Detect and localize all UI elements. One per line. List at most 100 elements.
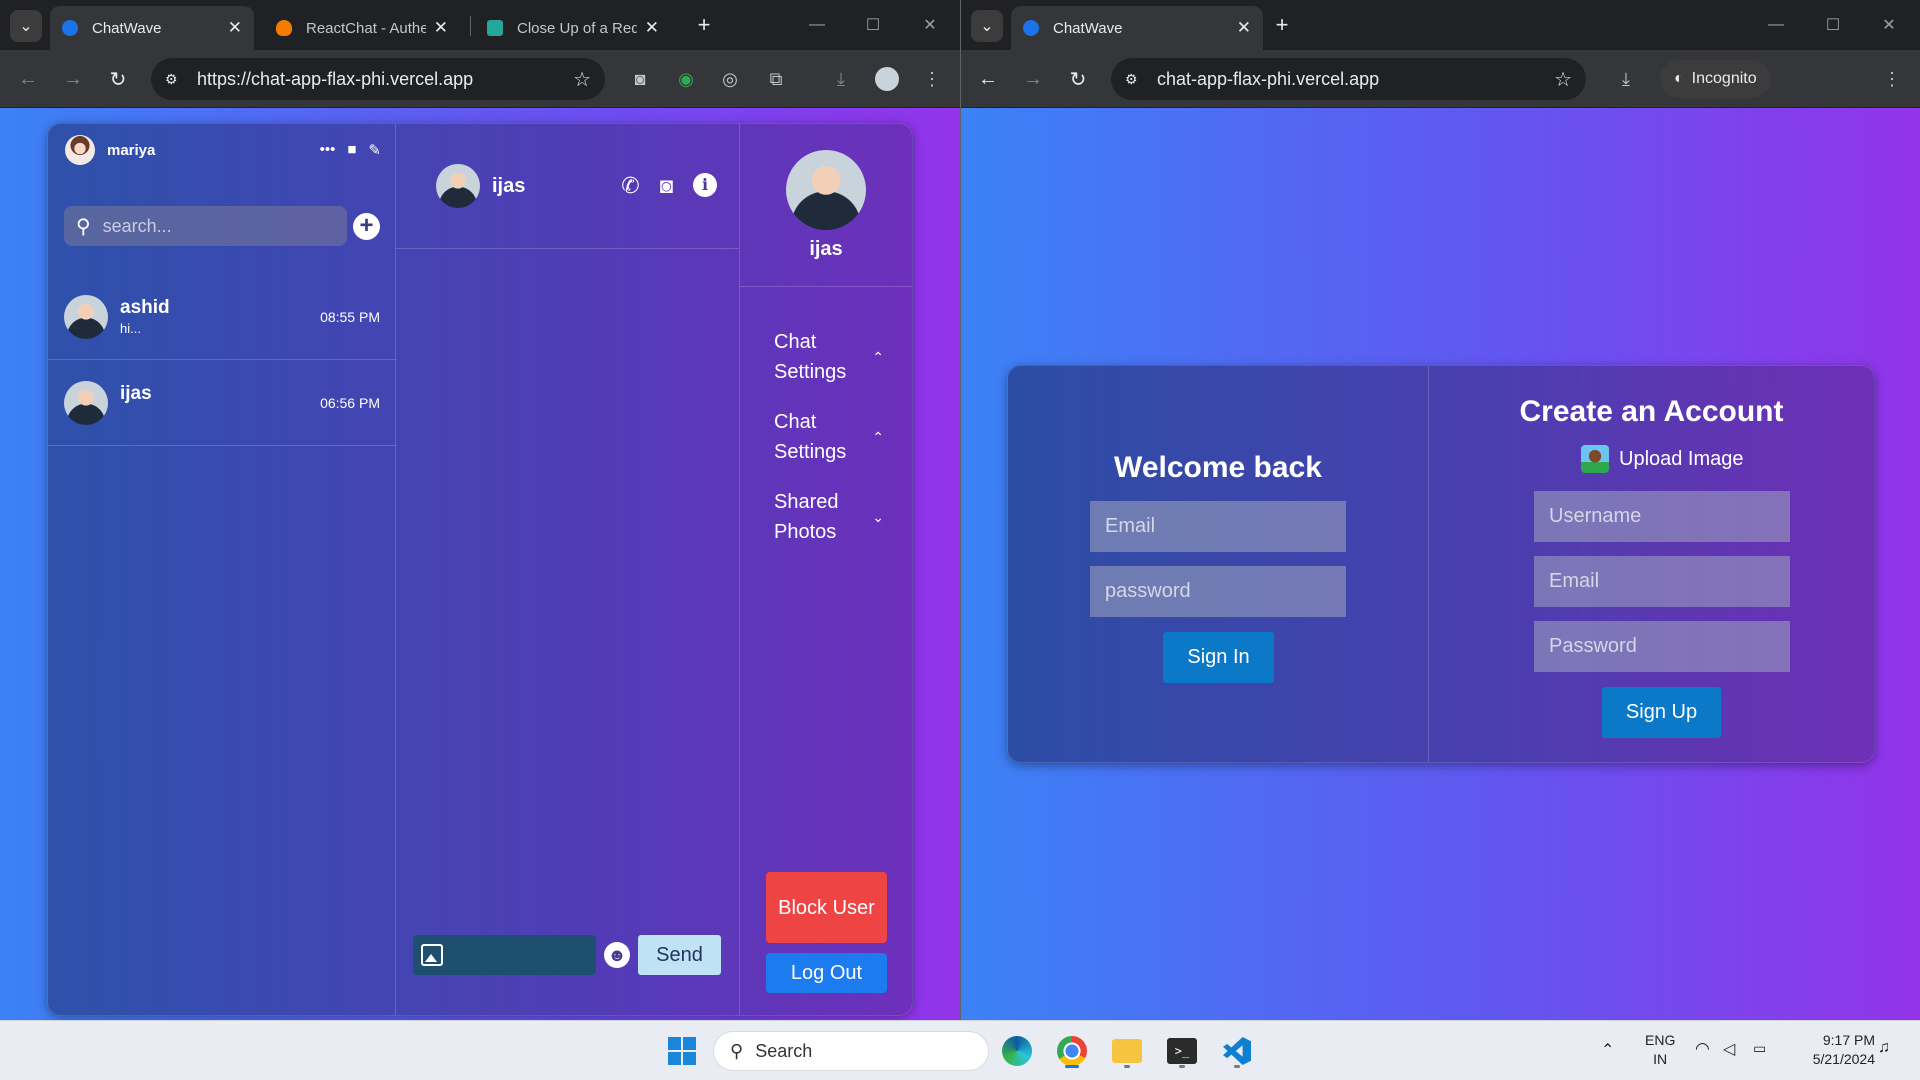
- incognito-badge[interactable]: ◐ Incognito: [1660, 60, 1771, 98]
- signup-username-input[interactable]: [1534, 491, 1790, 542]
- reload-icon[interactable]: ↻: [102, 63, 134, 95]
- notification-bell-icon[interactable]: ♫: [1878, 1039, 1890, 1057]
- tab-title: ChatWave: [92, 19, 162, 37]
- extensions-puzzle-icon[interactable]: ⧉: [762, 65, 790, 93]
- back-icon[interactable]: ←: [972, 63, 1004, 95]
- taskbar-search[interactable]: ⚲ Search: [713, 1031, 989, 1071]
- vscode-icon[interactable]: [1217, 1031, 1257, 1071]
- add-user-button[interactable]: +: [353, 212, 380, 240]
- image-upload-icon[interactable]: [421, 944, 443, 966]
- send-button[interactable]: Send: [638, 935, 721, 975]
- current-user-name: mariya: [107, 141, 156, 159]
- tab-reactchat[interactable]: ReactChat - Authe ✕: [264, 6, 460, 50]
- close-tab-icon[interactable]: ✕: [1237, 18, 1251, 38]
- upload-image-control[interactable]: Upload Image: [1581, 445, 1744, 473]
- site-info-icon[interactable]: ⚙: [1125, 71, 1145, 88]
- tab-bar: ⌄ ChatWave ✕ + — ☐ ✕: [961, 0, 1920, 50]
- menu-kebab-icon[interactable]: ⋮: [1878, 65, 1906, 93]
- menu-kebab-icon[interactable]: ⋮: [918, 65, 946, 93]
- video-icon[interactable]: ■: [347, 141, 356, 159]
- forward-icon[interactable]: →: [1017, 63, 1049, 95]
- tab-search-button[interactable]: ⌄: [971, 10, 1003, 42]
- address-bar[interactable]: ⚙ https://chat-app-flax-phi.vercel.app ☆: [151, 58, 605, 100]
- bookmark-star-icon[interactable]: ☆: [573, 67, 591, 92]
- language-indicator[interactable]: ENG IN: [1645, 1031, 1675, 1069]
- back-icon[interactable]: ←: [12, 63, 44, 95]
- signup-panel: Create an Account Upload Image Sign Up: [1429, 366, 1874, 762]
- address-bar[interactable]: ⚙ chat-app-flax-phi.vercel.app ☆: [1111, 58, 1586, 100]
- terminal-icon[interactable]: >_: [1162, 1031, 1202, 1071]
- volume-icon[interactable]: ◁: [1723, 1039, 1735, 1059]
- login-password-input[interactable]: [1090, 566, 1346, 617]
- close-window-icon[interactable]: ✕: [906, 8, 954, 42]
- chevron-down-icon[interactable]: ⌄: [872, 502, 884, 532]
- search-row: ⚲ +: [64, 206, 380, 246]
- more-icon[interactable]: •••: [320, 141, 336, 159]
- close-tab-icon[interactable]: ✕: [228, 18, 242, 38]
- firebase-favicon-icon: [276, 20, 292, 36]
- close-tab-icon[interactable]: ✕: [645, 18, 659, 38]
- emoji-icon[interactable]: ☻: [604, 942, 630, 968]
- option-label: Shared Photos: [774, 491, 839, 543]
- signup-email-input[interactable]: [1534, 556, 1790, 607]
- chat-list-item-ijas[interactable]: ijas 06:56 PM: [48, 360, 396, 446]
- edit-icon[interactable]: ✎: [368, 141, 381, 159]
- incognito-icon: ◐: [1674, 70, 1684, 87]
- chrome-icon[interactable]: [1052, 1031, 1092, 1071]
- sign-up-button[interactable]: Sign Up: [1602, 687, 1721, 738]
- contact-avatar: [64, 294, 108, 339]
- maximize-icon[interactable]: ☐: [1809, 8, 1857, 42]
- profile-avatar[interactable]: [873, 65, 901, 93]
- tab-chatwave[interactable]: ChatWave ✕: [50, 6, 254, 50]
- login-email-input[interactable]: [1090, 501, 1346, 552]
- close-tab-icon[interactable]: ✕: [434, 18, 448, 38]
- user-avatar[interactable]: [65, 135, 95, 165]
- screenshot-extension-icon[interactable]: ◙: [626, 65, 654, 93]
- close-window-icon[interactable]: ✕: [1865, 8, 1913, 42]
- chevron-up-icon[interactable]: ⌃: [1601, 1040, 1614, 1060]
- new-tab-button[interactable]: +: [1267, 10, 1297, 40]
- forward-icon[interactable]: →: [57, 63, 89, 95]
- welcome-title: Welcome back: [1114, 451, 1322, 484]
- tab-divider: [470, 16, 471, 36]
- start-icon[interactable]: [662, 1031, 702, 1071]
- taskbar-search-label: Search: [755, 1040, 813, 1061]
- sign-in-button[interactable]: Sign In: [1163, 632, 1274, 683]
- block-user-button[interactable]: Block User: [766, 872, 887, 943]
- search-input[interactable]: [102, 215, 303, 237]
- tab-search-button[interactable]: ⌄: [10, 10, 42, 42]
- info-icon[interactable]: i: [693, 173, 717, 197]
- clock-date: 5/21/2024: [1812, 1051, 1875, 1067]
- tab-chatwave[interactable]: ChatWave ✕: [1011, 6, 1263, 50]
- bookmark-star-icon[interactable]: ☆: [1554, 67, 1572, 92]
- eye-extension-icon[interactable]: ◉: [672, 65, 700, 93]
- minimize-icon[interactable]: —: [793, 8, 841, 42]
- message-input[interactable]: [449, 935, 589, 975]
- download-icon[interactable]: ⤓: [1612, 65, 1640, 93]
- maximize-icon[interactable]: ☐: [849, 8, 897, 42]
- tab-close-up[interactable]: Close Up of a Red ✕: [475, 6, 671, 50]
- wifi-icon[interactable]: ◠: [1695, 1039, 1710, 1059]
- file-explorer-icon[interactable]: [1107, 1031, 1147, 1071]
- option-chat-settings[interactable]: Chat Settings ⌃: [774, 327, 884, 387]
- logout-button[interactable]: Log Out: [766, 953, 887, 993]
- signup-password-input[interactable]: [1534, 621, 1790, 672]
- clock[interactable]: 9:17 PM 5/21/2024: [1795, 1031, 1875, 1069]
- camera-icon[interactable]: ◙: [660, 173, 673, 199]
- download-icon[interactable]: ⤓: [827, 65, 855, 93]
- phone-icon[interactable]: ✆: [621, 173, 639, 199]
- option-chat-settings-2[interactable]: Chat Settings ⌃: [774, 407, 884, 467]
- edge-icon[interactable]: [997, 1031, 1037, 1071]
- battery-icon[interactable]: ▭: [1753, 1040, 1766, 1057]
- detail-name: ijas: [809, 238, 843, 260]
- chevron-up-icon[interactable]: ⌃: [872, 342, 884, 372]
- chat-list-item-ashid[interactable]: ashid hi... 08:55 PM: [48, 274, 396, 360]
- minimize-icon[interactable]: —: [1752, 8, 1800, 42]
- reload-icon[interactable]: ↻: [1062, 63, 1094, 95]
- new-tab-button[interactable]: +: [689, 10, 719, 40]
- chevron-up-icon[interactable]: ⌃: [872, 422, 884, 452]
- option-shared-photos[interactable]: Shared Photos ⌄: [774, 487, 884, 547]
- url-text: chat-app-flax-phi.vercel.app: [1157, 68, 1380, 89]
- site-info-icon[interactable]: ⚙: [165, 71, 185, 88]
- target-extension-icon[interactable]: ◎: [716, 65, 744, 93]
